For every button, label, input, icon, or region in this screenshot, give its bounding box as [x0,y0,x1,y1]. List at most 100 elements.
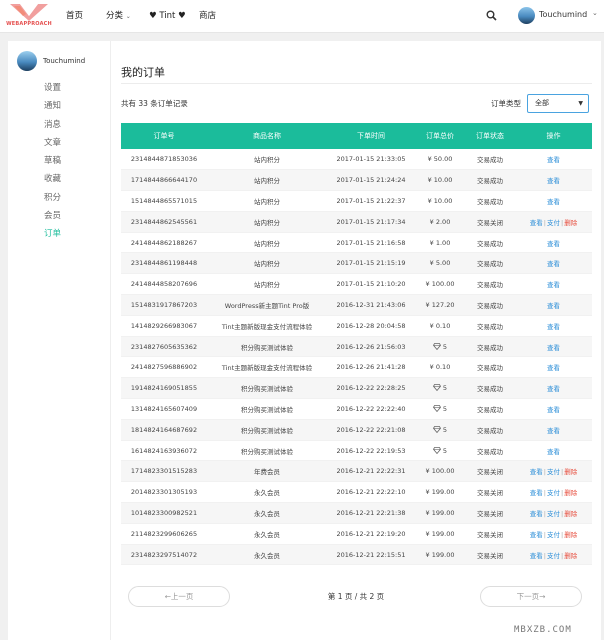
view-link[interactable]: 查看 [547,302,560,310]
avatar [17,51,37,71]
order-status: 交易关闭 [465,481,515,504]
sidebar-item-posts[interactable]: 文章 [44,134,61,152]
view-link[interactable]: 查看 [530,489,543,497]
delete-link[interactable]: 删除 [564,468,577,476]
order-time-text: 2017-01-15 21:17:34 [336,217,406,226]
nav-tint[interactable]: ♥ Tint ♥ [149,0,186,33]
order-price-text: 5 [442,404,448,413]
delete-link[interactable]: 删除 [564,552,577,560]
pay-link[interactable]: 支付 [547,489,560,497]
order-time-text: 2016-12-22 22:21:08 [336,425,406,434]
delete-link[interactable]: 删除 [564,531,577,539]
product-name-text: 年费会员 [254,468,280,477]
order-status: 交易成功 [465,336,515,358]
order-status: 交易成功 [465,252,515,275]
order-id-text: 1714844866644170 [130,176,198,185]
order-id-text: 2414844862188267 [130,238,198,247]
sidebar-item-membership[interactable]: 会员 [44,207,61,225]
order-status-text: 交易成功 [477,281,503,290]
order-status-text: 交易关闭 [477,489,503,498]
nav-category[interactable]: 分类 ⌄ [106,0,131,33]
view-link[interactable]: 查看 [547,198,560,206]
sidebar-item-favorites[interactable]: 收藏 [44,170,61,188]
site-logo[interactable]: WEBAPPROACH [6,2,52,30]
order-actions: 查看 [515,398,592,420]
order-id: 2014823301305193 [121,481,207,504]
order-actions: 查看 [515,377,592,400]
view-link[interactable]: 查看 [547,240,560,248]
order-time-text: 2016-12-21 22:22:31 [336,467,406,476]
view-link[interactable]: 查看 [547,385,560,393]
view-link[interactable]: 查看 [547,427,560,435]
table-row: 2414844862188267 站内积分 2017-01-15 21:16:58 ¥… [121,232,592,254]
view-link[interactable]: 查看 [547,177,560,185]
search-icon[interactable] [486,10,498,22]
nav-home[interactable]: 首页 [66,0,83,33]
order-id-text: 1614824163936072 [130,446,198,455]
sidebar-item-orders[interactable]: 订单 [44,225,61,243]
prev-page-button[interactable]: ←上一页 [128,586,230,607]
order-actions: 查看 [515,190,592,212]
view-link[interactable]: 查看 [547,281,560,289]
pay-link[interactable]: 支付 [547,552,560,560]
sidebar-item-messages[interactable]: 消息 [44,116,61,134]
order-price: ¥ 199.00 [415,502,465,524]
order-actions: 查看|支付|删除 [515,481,592,504]
next-page-button[interactable]: 下一页→ [480,586,582,607]
order-id: 1514831917867203 [121,294,207,316]
order-id-text: 2314844861198448 [130,259,198,268]
nav-shop[interactable]: 商店 [199,0,216,33]
view-link[interactable]: 查看 [547,344,560,352]
order-price-text: ¥ 100.00 [425,280,455,289]
order-actions: 查看|支付|删除 [515,523,592,545]
order-id-text: 1314824165607409 [130,404,198,413]
view-link[interactable]: 查看 [547,156,560,164]
order-actions: 查看 [515,232,592,254]
view-link[interactable]: 查看 [547,260,560,268]
product-name: 永久会员 [207,502,327,524]
sidebar-item-settings[interactable]: 设置 [44,79,61,97]
order-type-select[interactable]: 全部 ▼ [527,94,589,113]
product-name: Tint主题新版现金支付流程体验 [207,315,327,337]
pay-link[interactable]: 支付 [547,219,560,227]
view-link[interactable]: 查看 [530,510,543,518]
product-name: WordPress新主题Tint Pro版 [207,294,327,316]
pay-link[interactable]: 支付 [547,531,560,539]
order-actions: 查看 [515,252,592,275]
view-link[interactable]: 查看 [547,323,560,331]
product-name-text: 积分购买测试体验 [241,343,293,352]
product-name-text: 站内积分 [254,281,280,290]
delete-link[interactable]: 删除 [564,489,577,497]
table-row: 2014823301305193 永久会员 2016-12-21 22:22:10 ¥… [121,481,592,504]
order-id: 1314824165607409 [121,398,207,420]
view-link[interactable]: 查看 [530,531,543,539]
view-link[interactable]: 查看 [530,552,543,560]
order-status-text: 交易成功 [477,177,503,186]
product-name-text: 站内积分 [254,156,280,165]
view-link[interactable]: 查看 [530,468,543,476]
pay-link[interactable]: 支付 [547,468,560,476]
diamond-icon [432,342,441,350]
view-link[interactable]: 查看 [547,406,560,414]
order-price: ¥ 127.20 [415,294,465,316]
order-id-text: 1414829266983067 [130,321,198,330]
order-time-text: 2016-12-26 21:41:28 [336,363,406,372]
sidebar-item-drafts[interactable]: 草稿 [44,152,61,170]
pay-link[interactable]: 支付 [547,510,560,518]
order-status: 交易成功 [465,398,515,420]
order-type-value: 全部 [535,99,549,107]
order-id: 1614824163936072 [121,440,207,462]
order-id: 2314823297514072 [121,544,207,566]
view-link[interactable]: 查看 [547,364,560,372]
delete-link[interactable]: 删除 [564,510,577,518]
view-link[interactable]: 查看 [530,219,543,227]
delete-link[interactable]: 删除 [564,219,577,227]
sidebar-item-credits[interactable]: 积分 [44,189,61,207]
order-time: 2016-12-21 22:22:10 [327,481,415,504]
order-id-text: 1914824169051855 [130,384,198,393]
order-id: 1514844865571015 [121,190,207,212]
order-status-text: 交易成功 [477,156,503,165]
sidebar-item-notifications[interactable]: 通知 [44,97,61,115]
order-status: 交易成功 [465,419,515,441]
view-link[interactable]: 查看 [547,448,560,456]
